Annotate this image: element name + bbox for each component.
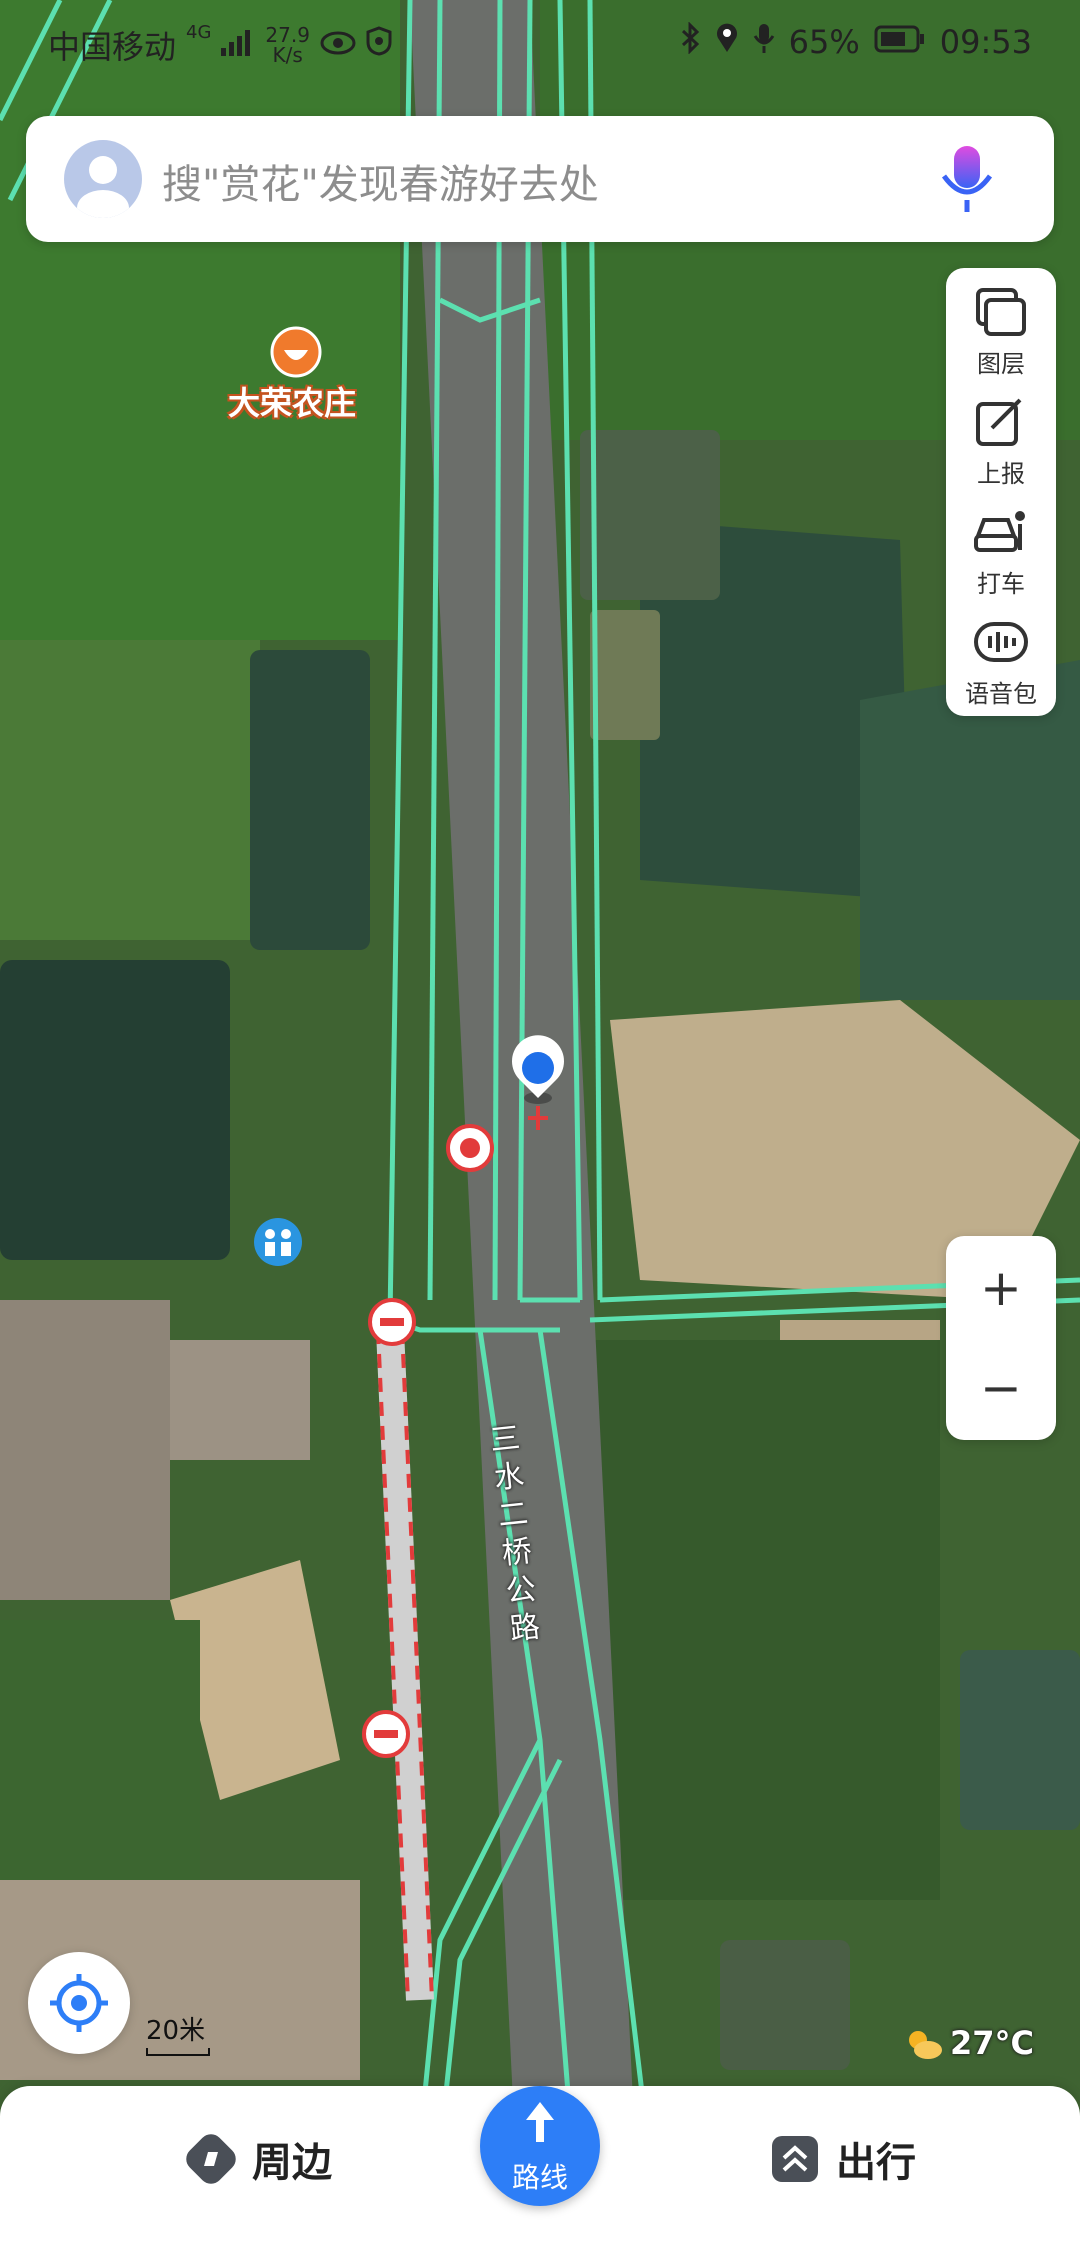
travel-icon — [772, 2136, 818, 2182]
traffic-event-icon[interactable] — [446, 1124, 494, 1172]
tool-report[interactable]: 上报 — [946, 384, 1056, 494]
locate-me-button[interactable] — [28, 1952, 130, 2054]
signal-icon — [221, 26, 255, 64]
weather-widget[interactable]: 27°C — [904, 2024, 1034, 2062]
zoom-controls: + − — [946, 1236, 1056, 1440]
map-scale: 20米 — [146, 2010, 210, 2056]
status-bar: 中国移动 4G 27.9 K/s 65% 09:53 — [0, 0, 1080, 88]
search-bar[interactable]: 搜"赏花"发现春游好去处 — [26, 116, 1054, 242]
scale-bar — [146, 2048, 210, 2056]
tool-layers[interactable]: 图层 — [946, 274, 1056, 384]
carrier-label: 中国移动 — [48, 28, 177, 66]
weather-temp: 27°C — [950, 2024, 1035, 2062]
nav-nearby-label: 周边 — [252, 2140, 332, 2186]
search-input[interactable]: 搜"赏花"发现春游好去处 — [162, 152, 599, 210]
layers-icon — [976, 288, 1026, 336]
tool-taxi-label: 打车 — [977, 570, 1025, 598]
tool-voice-pack[interactable]: 语音包 — [946, 604, 1056, 714]
tool-report-label: 上报 — [977, 460, 1025, 488]
battery-icon — [874, 23, 926, 61]
nav-travel[interactable]: 出行 — [770, 2130, 916, 2188]
satellite-map[interactable] — [0, 0, 1080, 2244]
map-tools-panel: 图层 上报 打车 语音包 — [946, 268, 1056, 716]
poi-label[interactable]: 大荣农庄 — [228, 378, 356, 424]
zoom-in-button[interactable]: + — [946, 1238, 1056, 1338]
nav-nearby[interactable]: 周边 — [186, 2130, 332, 2188]
taxi-icon — [974, 511, 1025, 552]
network-speed: 27.9 K/s — [265, 25, 310, 65]
speed-unit: K/s — [272, 43, 303, 67]
network-label: 4G — [186, 22, 212, 43]
microphone-icon — [753, 22, 775, 62]
shield-icon — [366, 26, 392, 64]
speed-value: 27.9 — [265, 23, 310, 47]
route-arrow-icon — [526, 2102, 554, 2142]
clock: 09:53 — [939, 23, 1032, 61]
partly-sunny-icon — [909, 2031, 942, 2059]
route-button[interactable]: 路线 — [480, 2086, 600, 2206]
voice-pack-icon — [974, 622, 1028, 662]
restroom-icon[interactable] — [254, 1218, 302, 1266]
nav-travel-label: 出行 — [836, 2140, 916, 2186]
crosshair-icon — [50, 1974, 108, 2032]
report-icon — [976, 398, 1022, 446]
tool-voice-pack-label: 语音包 — [965, 680, 1037, 708]
bluetooth-icon — [681, 21, 701, 62]
location-pin-icon — [715, 22, 739, 62]
eye-comfort-icon — [320, 26, 356, 64]
route-button-label: 路线 — [511, 2161, 568, 2194]
farm-poi-icon[interactable] — [270, 326, 322, 378]
avatar[interactable] — [64, 140, 142, 218]
voice-search-icon[interactable] — [932, 142, 1002, 220]
zoom-out-button[interactable]: − — [946, 1338, 1056, 1438]
battery-percent: 65% — [788, 23, 860, 61]
road-closure-icon[interactable] — [362, 1710, 410, 1758]
tool-layers-label: 图层 — [977, 350, 1025, 378]
road-closure-icon[interactable] — [368, 1298, 416, 1346]
scale-label: 20米 — [146, 2016, 206, 2046]
tool-taxi[interactable]: 打车 — [946, 494, 1056, 604]
compass-icon — [186, 2134, 236, 2184]
